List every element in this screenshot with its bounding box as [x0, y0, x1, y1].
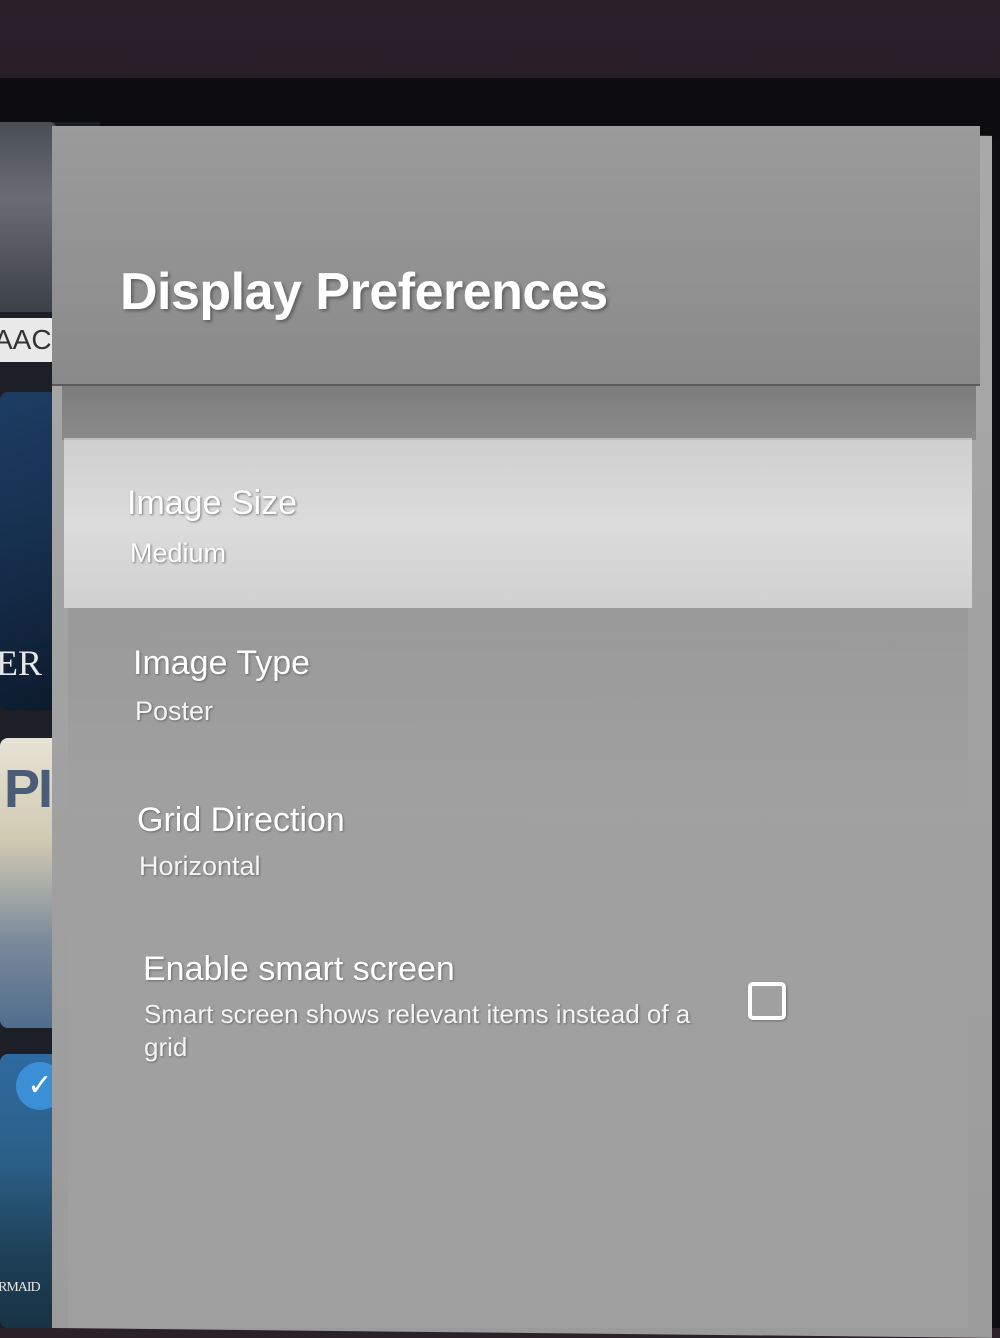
- setting-label: Enable smart screen: [143, 950, 455, 988]
- poster-caption: AAC: [0, 318, 58, 362]
- setting-grid-direction[interactable]: Grid Direction Horizontal: [64, 776, 964, 926]
- setting-value: Poster: [135, 696, 214, 726]
- header-divider-band: [62, 386, 976, 440]
- setting-image-size[interactable]: Image Size Medium: [64, 438, 972, 608]
- setting-value: Medium: [130, 538, 227, 568]
- setting-value: Horizontal: [139, 851, 261, 881]
- poster-card[interactable]: [0, 122, 56, 312]
- page-title: Display Preferences: [120, 263, 608, 321]
- panel-header: [52, 126, 980, 386]
- poster-title-text: ER: [0, 643, 43, 683]
- smart-screen-checkbox-icon[interactable]: [748, 982, 786, 1020]
- setting-label: Grid Direction: [137, 801, 345, 839]
- poster-title-text: RMAID: [0, 1280, 41, 1295]
- setting-label: Image Size: [127, 484, 298, 522]
- setting-description: Smart screen shows relevant items instea…: [144, 999, 691, 1062]
- poster-card[interactable]: ER: [0, 392, 60, 710]
- setting-label: Image Type: [133, 644, 311, 682]
- poster-title-text: PI: [4, 759, 53, 819]
- setting-image-type[interactable]: Image Type Poster: [64, 620, 964, 770]
